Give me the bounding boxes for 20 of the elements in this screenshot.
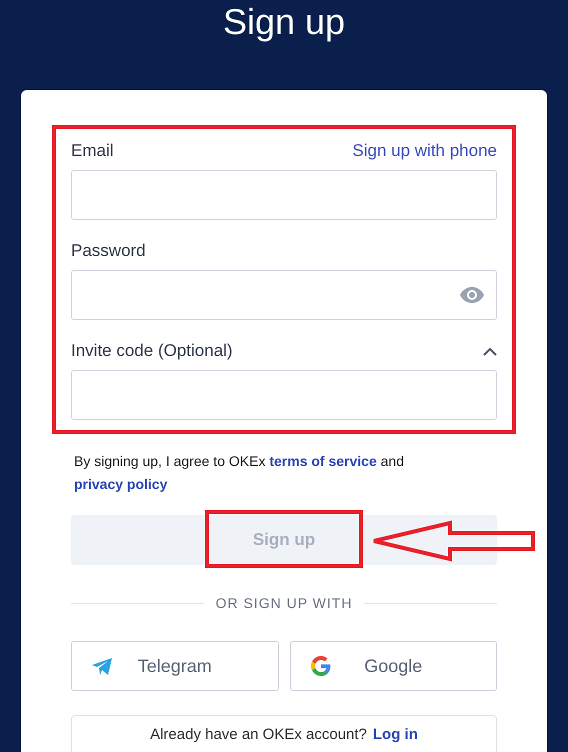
- login-prompt: Already have an OKEx account?: [150, 726, 367, 745]
- chevron-icon[interactable]: [483, 346, 497, 356]
- field-label: Email: [71, 140, 114, 162]
- phone-link[interactable]: Sign up with phone: [352, 138, 497, 164]
- terms-link[interactable]: terms of service: [269, 453, 377, 469]
- eye-icon[interactable]: [460, 287, 484, 303]
- page-title: Sign up: [222, 0, 346, 44]
- paper-plane-icon: [92, 658, 112, 674]
- google-g-icon: [310, 656, 330, 676]
- privacy-link[interactable]: privacy policy: [74, 476, 168, 492]
- input-field[interactable]: [71, 270, 497, 320]
- field-label: Invite code (Optional): [71, 340, 233, 362]
- social-login-button[interactable]: Telegram: [71, 641, 278, 691]
- input-field[interactable]: [71, 370, 497, 420]
- field-label: Password: [71, 240, 146, 262]
- social-login-button[interactable]: Google: [290, 641, 497, 691]
- terms-agreement: By signing up, I agree to OKEx terms of service and privacy policy: [74, 452, 405, 494]
- input-field[interactable]: [71, 170, 497, 220]
- divider-label: OR SIGN UP WITH: [216, 594, 352, 613]
- login-link[interactable]: Log in: [372, 726, 418, 752]
